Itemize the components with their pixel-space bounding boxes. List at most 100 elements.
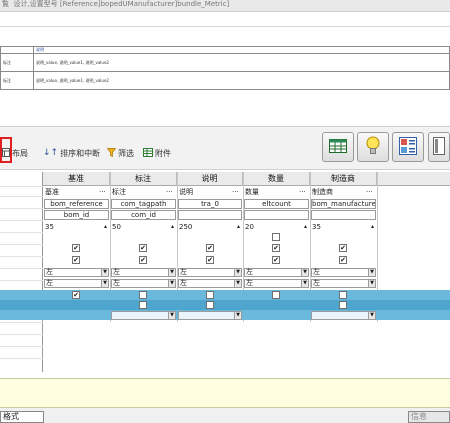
status-bar <box>0 408 450 423</box>
attach-button[interactable]: 附件 <box>143 146 171 160</box>
width-stepper[interactable]: ▴ <box>371 222 376 232</box>
checkbox[interactable]: ✔ <box>272 256 280 264</box>
divider <box>0 26 450 27</box>
title-value[interactable]: 基准 <box>45 188 85 198</box>
property-name-field[interactable]: com_id <box>111 210 176 220</box>
dropdown-value: 左 <box>180 279 187 287</box>
bom-editor-window: 覧 ­ 设计,设置型号 [Reference]bopedUManufacture… <box>0 0 450 423</box>
column-header-description[interactable]: 说明 <box>177 172 243 186</box>
property-name-field[interactable]: bom_manufacturer <box>311 199 376 209</box>
dropdown[interactable]: ▼ <box>178 311 242 320</box>
layout-icon <box>2 147 10 159</box>
alignment-dropdown[interactable]: 左 ▼ <box>44 268 109 277</box>
selected-row[interactable] <box>0 290 450 300</box>
checkbox[interactable] <box>339 291 347 299</box>
property-name-field[interactable] <box>311 210 376 220</box>
filter-label: 筛选 <box>118 148 134 158</box>
checkbox[interactable]: ✔ <box>272 244 280 252</box>
checkbox[interactable]: ✔ <box>139 256 147 264</box>
properties-button[interactable] <box>392 132 424 162</box>
dropdown-value: 左 <box>46 268 53 276</box>
width-stepper[interactable]: ▴ <box>171 222 176 232</box>
alignment-dropdown[interactable]: 左 ▼ <box>111 268 176 277</box>
title-value[interactable]: 制造商 <box>312 188 352 198</box>
ellipsis[interactable]: ··· <box>299 188 309 198</box>
column-header-tag[interactable]: 标注 <box>110 172 177 186</box>
width-stepper[interactable]: ▴ <box>304 222 309 232</box>
alignment-dropdown[interactable]: 左 ▼ <box>178 268 242 277</box>
row-header-panel <box>0 172 43 372</box>
preview-header: 说明 <box>33 46 450 54</box>
alignment-dropdown[interactable]: 左 ▼ <box>311 279 376 288</box>
checkbox[interactable]: ✔ <box>72 291 80 299</box>
width-value[interactable]: 250 <box>179 223 219 233</box>
dropdown-value: 左 <box>246 268 253 276</box>
tips-button[interactable] <box>357 132 389 162</box>
layout-button[interactable]: 布局 <box>2 146 28 160</box>
column-header-quantity[interactable]: 数量 <box>243 172 310 186</box>
selected-row[interactable] <box>0 300 450 310</box>
ellipsis[interactable]: ··· <box>366 188 376 198</box>
title-value[interactable]: 说明 <box>179 188 219 198</box>
width-stepper[interactable]: ▴ <box>104 222 109 232</box>
tab-format[interactable]: 格式 <box>0 411 44 423</box>
title-value[interactable]: 标注 <box>112 188 152 198</box>
column-header-empty <box>377 172 450 186</box>
sort-label: 排序和中断 <box>60 148 101 158</box>
alignment-dropdown[interactable]: 左 ▼ <box>111 279 176 288</box>
alignment-dropdown[interactable]: 左 ▼ <box>244 279 309 288</box>
checkbox[interactable] <box>206 301 214 309</box>
panel-button[interactable] <box>428 132 450 162</box>
width-value[interactable]: 20 <box>245 223 285 233</box>
checkbox[interactable]: ✔ <box>72 256 80 264</box>
checkbox[interactable] <box>139 291 147 299</box>
tab-info[interactable]: 信息 <box>408 411 450 423</box>
column-header-manufacturer[interactable]: 制造商 <box>310 172 377 186</box>
alignment-dropdown[interactable]: 左 ▼ <box>311 268 376 277</box>
width-value[interactable]: 50 <box>112 223 152 233</box>
property-name-field[interactable] <box>244 210 309 220</box>
checkbox[interactable]: ✔ <box>339 256 347 264</box>
checkbox[interactable] <box>272 291 280 299</box>
dropdown[interactable]: ▼ <box>311 311 376 320</box>
property-name-field[interactable]: bom_reference <box>44 199 109 209</box>
chevron-down-icon: ▼ <box>301 280 308 287</box>
checkbox[interactable] <box>339 301 347 309</box>
alignment-dropdown[interactable]: 左 ▼ <box>44 279 109 288</box>
width-stepper[interactable]: ▴ <box>237 222 242 232</box>
column-header-reference[interactable]: 基准 <box>43 172 110 186</box>
checkbox[interactable]: ✔ <box>139 244 147 252</box>
table-view-button[interactable] <box>322 132 354 162</box>
property-name-field[interactable]: tra_0 <box>178 199 242 209</box>
sort-button[interactable]: ↓↑ 排序和中断 <box>43 146 100 160</box>
chevron-down-icon: ▼ <box>234 312 241 319</box>
checkbox[interactable]: ✔ <box>206 244 214 252</box>
ellipsis[interactable]: ··· <box>99 188 109 198</box>
info-panel <box>0 378 450 408</box>
property-name-field[interactable]: com_tagpath <box>111 199 176 209</box>
chevron-down-icon: ▼ <box>168 269 175 276</box>
title-value[interactable]: 数量 <box>245 188 285 198</box>
checkbox[interactable] <box>139 301 147 309</box>
width-value[interactable]: 35 <box>45 223 85 233</box>
alignment-dropdown[interactable]: 左 ▼ <box>178 279 242 288</box>
checkbox[interactable] <box>272 233 280 241</box>
property-name-field[interactable]: bom_id <box>44 210 109 220</box>
chevron-down-icon: ▼ <box>368 269 375 276</box>
filter-button[interactable]: 筛选 <box>106 146 134 160</box>
ellipsis[interactable]: ··· <box>232 188 242 198</box>
checkbox[interactable] <box>206 291 214 299</box>
property-name-field[interactable] <box>178 210 242 220</box>
dropdown-value: 左 <box>46 279 53 287</box>
dropdown-value: 左 <box>313 268 320 276</box>
checkbox[interactable]: ✔ <box>206 256 214 264</box>
alignment-dropdown[interactable]: 左 ▼ <box>244 268 309 277</box>
checkbox[interactable]: ✔ <box>339 244 347 252</box>
width-value[interactable]: 35 <box>312 223 352 233</box>
dropdown[interactable]: ▼ <box>111 311 176 320</box>
chevron-down-icon: ▼ <box>101 280 108 287</box>
ellipsis[interactable]: ··· <box>166 188 176 198</box>
checkbox[interactable]: ✔ <box>72 244 80 252</box>
panel-icon <box>433 137 445 157</box>
property-name-field[interactable]: eltcount <box>244 199 309 209</box>
